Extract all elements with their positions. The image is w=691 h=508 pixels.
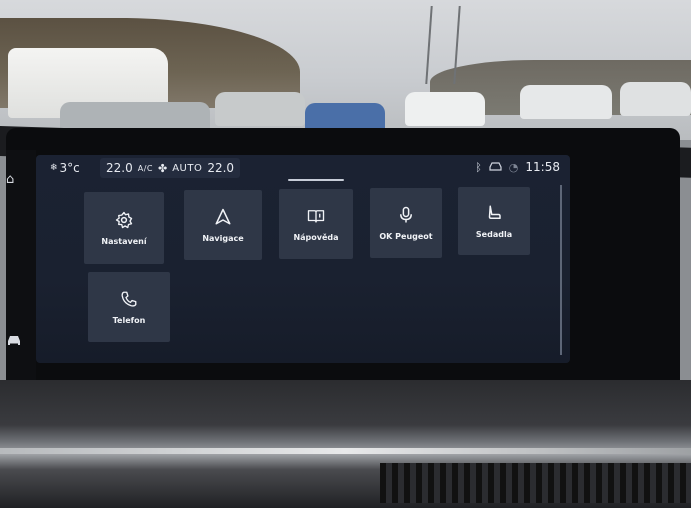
navigation-arrow-icon <box>215 208 231 224</box>
air-vent <box>380 463 691 503</box>
tile-label: Nastavení <box>101 236 147 246</box>
power-pylon <box>425 6 461 84</box>
microphone-icon <box>400 206 412 222</box>
tile-napoveda[interactable]: Nápověda <box>279 189 353 259</box>
outside-temp-value: 3°c <box>59 161 80 175</box>
tile-label: Navigace <box>202 233 244 243</box>
status-right: ᛒ ◔ 11:58 <box>475 160 560 174</box>
tile-nastaveni[interactable]: Nastavení <box>84 192 164 264</box>
parked-car <box>215 92 305 126</box>
tile-ok-peugeot[interactable]: OK Peugeot <box>370 188 442 258</box>
status-bar: ❄ 3°c 22.0 A/C ✤ AUTO 22.0 ᛒ ◔ 11:58 <box>36 155 570 181</box>
scrollbar[interactable] <box>560 185 562 355</box>
fan-icon: ✤ <box>157 161 168 175</box>
phone-icon <box>121 291 137 307</box>
tile-label: Telefon <box>112 315 146 325</box>
page-indicator <box>288 179 344 181</box>
infotainment-screen: ❄ 3°c 22.0 A/C ✤ AUTO 22.0 ᛒ ◔ 11:58 Nas… <box>36 155 570 363</box>
book-icon <box>307 209 325 223</box>
tile-label: OK Peugeot <box>379 231 433 241</box>
tile-telefon[interactable]: Telefon <box>88 272 170 342</box>
snowflake-icon: ❄ <box>50 163 58 173</box>
gear-icon <box>115 211 133 228</box>
tile-sedadla[interactable]: Sedadla <box>458 187 530 255</box>
tile-label: Sedadla <box>475 229 513 239</box>
tile-navigace[interactable]: Navigace <box>184 190 262 260</box>
passenger-temp[interactable]: 22.0 <box>207 161 234 175</box>
auto-label[interactable]: AUTO <box>172 163 202 174</box>
car-icon[interactable] <box>6 334 22 350</box>
seat-icon <box>488 205 501 219</box>
climate-controls[interactable]: 22.0 A/C ✤ AUTO 22.0 <box>100 158 241 178</box>
driver-temp[interactable]: 22.0 <box>106 161 133 175</box>
signal-icon: ◔ <box>508 160 519 174</box>
parked-car <box>620 82 691 116</box>
chrome-trim <box>0 448 691 454</box>
connected-car-icon <box>489 161 502 174</box>
home-icon[interactable]: ⌂ <box>6 172 14 187</box>
parked-car <box>520 85 612 119</box>
clock: 11:58 <box>525 160 560 174</box>
ac-label[interactable]: A/C <box>138 164 153 173</box>
outside-temperature: ❄ 3°c <box>50 161 80 175</box>
tile-label: Nápověda <box>293 232 339 242</box>
parked-car <box>405 92 485 126</box>
bluetooth-icon: ᛒ <box>475 160 482 174</box>
